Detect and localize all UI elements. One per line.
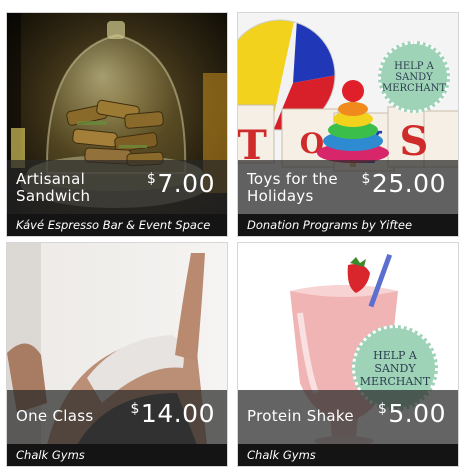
- product-name: Artisanal Sandwich: [16, 170, 91, 205]
- vendor-link[interactable]: Chalk Gyms: [7, 444, 227, 466]
- product-info-overlay: Protein Shake $5.00: [238, 390, 458, 444]
- product-name: Protein Shake: [247, 407, 354, 425]
- vendor-link[interactable]: Donation Programs by Yiftee: [238, 214, 458, 236]
- product-name: Toys for the Holidays: [247, 170, 338, 205]
- product-price: $25.00: [361, 169, 446, 198]
- vendor-link[interactable]: Kávé Espresso Bar & Event Space: [7, 214, 227, 236]
- help-sandy-merchant-badge: HELP A SANDY MERCHANT: [378, 41, 450, 113]
- product-info-overlay: Artisanal Sandwich $7.00: [7, 160, 227, 214]
- product-name: One Class: [16, 407, 94, 425]
- product-card-toys[interactable]: T O Y S HELP A SANDY MERCHANT Toys for t…: [237, 12, 459, 237]
- product-card-class[interactable]: One Class $14.00 Chalk Gyms: [6, 242, 228, 467]
- product-price: $7.00: [146, 169, 215, 198]
- product-info-overlay: Toys for the Holidays $25.00: [238, 160, 458, 214]
- product-info-overlay: One Class $14.00: [7, 390, 227, 444]
- product-price: $5.00: [377, 399, 446, 428]
- product-price: $14.00: [130, 399, 215, 428]
- block-letter: S: [400, 118, 429, 165]
- product-card-shake[interactable]: HELP A SANDY MERCHANT Protein Shake $5.0…: [237, 242, 459, 467]
- product-card-sandwich[interactable]: Artisanal Sandwich $7.00 Kávé Espresso B…: [6, 12, 228, 237]
- vendor-link[interactable]: Chalk Gyms: [238, 444, 458, 466]
